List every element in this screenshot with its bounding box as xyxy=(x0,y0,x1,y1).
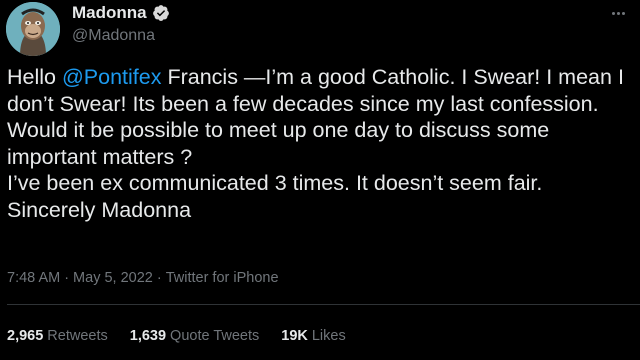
likes-label: Likes xyxy=(311,328,346,344)
author-handle[interactable]: @Madonna xyxy=(72,27,155,45)
quote-tweets-label: Quote Tweets xyxy=(170,328,260,344)
tweet-text: Hello @Pontifex Francis —I’m a good Cath… xyxy=(7,64,633,223)
likes-count: 19K xyxy=(281,328,308,344)
retweets-stat[interactable]: 2,965 Retweets xyxy=(7,328,108,344)
bored-ape-avatar-icon xyxy=(6,2,60,56)
tweet-time[interactable]: 7:48 AM xyxy=(7,270,60,286)
tweet-metadata: 7:48 AM · May 5, 2022 · Twitter for iPho… xyxy=(7,270,279,286)
tweet-card: Madonna @Madonna Hello @Pontifex Francis… xyxy=(0,0,640,360)
meta-separator: · xyxy=(156,270,162,286)
tweet-date[interactable]: May 5, 2022 xyxy=(73,270,153,286)
likes-stat[interactable]: 19K Likes xyxy=(281,328,345,344)
display-name[interactable]: Madonna xyxy=(72,3,147,23)
quote-tweets-stat[interactable]: 1,639 Quote Tweets xyxy=(130,328,260,344)
meta-separator: · xyxy=(64,270,70,286)
more-dots-icon xyxy=(611,11,615,15)
divider xyxy=(7,304,640,305)
tweet-source[interactable]: Twitter for iPhone xyxy=(166,270,279,286)
author-name-row: Madonna xyxy=(72,2,170,24)
quote-tweets-count: 1,639 xyxy=(129,328,167,344)
more-options-button[interactable] xyxy=(606,4,630,22)
retweets-label: Retweets xyxy=(47,328,108,344)
avatar[interactable] xyxy=(6,2,60,56)
tweet-text-intro: Hello xyxy=(7,65,62,89)
retweets-count: 2,965 xyxy=(7,328,44,344)
verified-badge-icon xyxy=(152,5,169,21)
tweet-stats: 2,965 Retweets 1,639 Quote Tweets 19K Li… xyxy=(7,328,346,344)
mention-link[interactable]: @Pontifex xyxy=(62,65,162,89)
